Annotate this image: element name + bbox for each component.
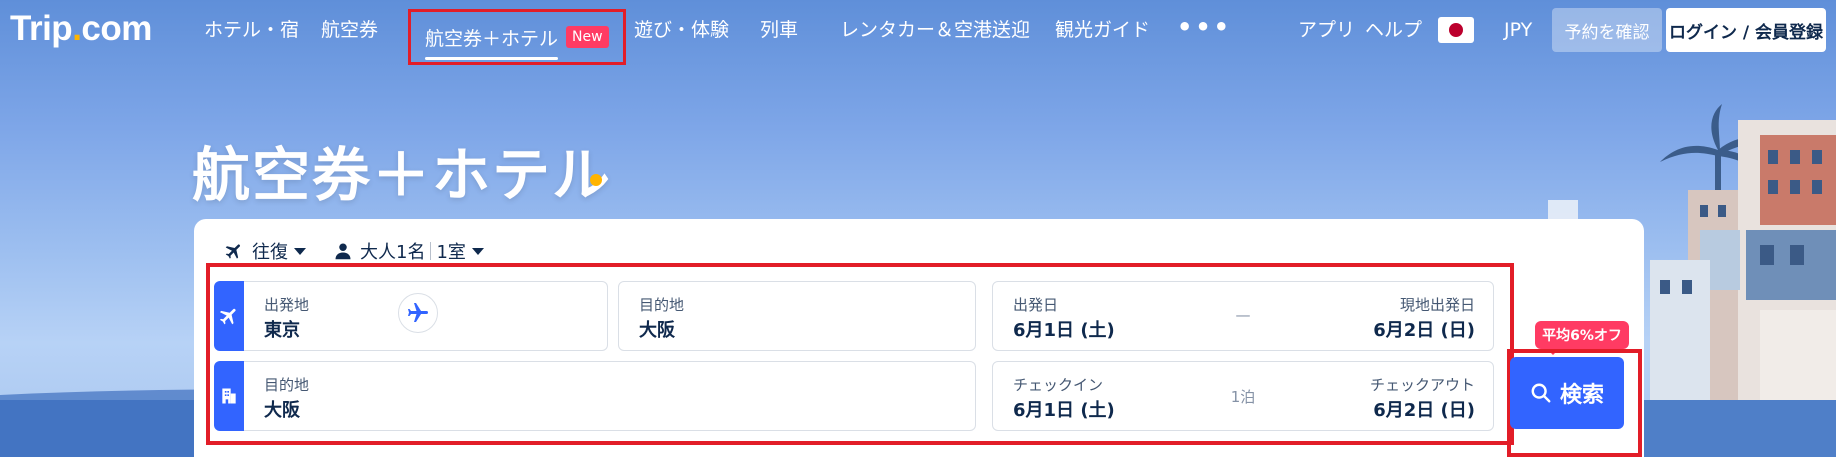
- flag-sun: [1449, 23, 1463, 37]
- top-navigation: Trip.com ホテル・宿 航空券 航空券＋ホテル New 遊び・体験 列車 …: [0, 0, 1836, 65]
- japan-flag-icon[interactable]: [1438, 17, 1474, 43]
- return-date-value: 6月2日 (日): [1373, 320, 1475, 341]
- hotel-dates-field[interactable]: チェックイン 6月1日 (土) 1泊 チェックアウト 6月2日 (日): [992, 361, 1494, 431]
- chevron-down-icon: [294, 247, 306, 255]
- nav-flight-hotel-label: 航空券＋ホテル: [425, 24, 559, 60]
- travelers-dropdown[interactable]: 大人1名 1室: [334, 236, 484, 266]
- title-dot: [590, 174, 602, 186]
- nav-help[interactable]: ヘルプ: [1365, 17, 1422, 43]
- nav-car-rental[interactable]: レンタカー＆空港送迎: [840, 17, 1030, 43]
- check-reservation-button[interactable]: 予約を確認: [1552, 8, 1662, 52]
- currency-selector[interactable]: JPY: [1504, 17, 1532, 43]
- plane-icon: [219, 308, 236, 325]
- destination-value: 大阪: [639, 320, 675, 341]
- hotel-destination-label: 目的地: [264, 376, 310, 394]
- nav-flight-hotel[interactable]: 航空券＋ホテル New: [408, 9, 626, 65]
- trip-com-logo[interactable]: Trip.com: [10, 9, 152, 49]
- depart-date-label: 出発日: [1013, 296, 1059, 314]
- logo-text: Trip: [10, 9, 73, 48]
- search-card: 往復 大人1名 1室 出発地 東京 目的地 大阪 出発日 6月1日 (土) — …: [194, 219, 1644, 457]
- discount-badge: 平均6%オフ: [1535, 321, 1629, 355]
- origin-value: 東京: [264, 320, 300, 341]
- nav-app[interactable]: アプリ: [1298, 17, 1355, 43]
- more-menu-icon[interactable]: •••: [1177, 14, 1232, 40]
- logo-tail: com: [81, 9, 152, 48]
- origin-label: 出発地: [264, 296, 310, 314]
- nav-flights[interactable]: 航空券: [321, 17, 378, 43]
- nav-hotel[interactable]: ホテル・宿: [204, 17, 299, 43]
- nav-guide[interactable]: 観光ガイド: [1055, 17, 1150, 43]
- flight-row-marker: [214, 281, 244, 351]
- checkout-label: チェックアウト: [1369, 376, 1475, 394]
- nav-trains[interactable]: 列車: [760, 17, 798, 43]
- page-title: 航空券＋ホテル: [192, 141, 613, 209]
- chevron-down-icon: [471, 247, 484, 255]
- hotel-row-marker: [214, 361, 244, 431]
- swap-plane-icon[interactable]: [398, 293, 438, 333]
- depart-date-value: 6月1日 (土): [1013, 320, 1115, 341]
- new-badge: New: [566, 26, 609, 48]
- flight-dates-field[interactable]: 出発日 6月1日 (土) — 現地出発日 6月2日 (日): [992, 281, 1494, 351]
- checkin-value: 6月1日 (土): [1013, 400, 1115, 421]
- login-register-button[interactable]: ログイン / 会員登録: [1666, 8, 1826, 52]
- search-button-label: 検索: [1559, 383, 1604, 408]
- hotel-destination-value: 大阪: [264, 400, 300, 421]
- divider: [430, 242, 432, 260]
- nav-activities[interactable]: 遊び・体験: [634, 17, 729, 43]
- destination-label: 目的地: [639, 296, 685, 314]
- checkout-value: 6月2日 (日): [1373, 400, 1475, 421]
- hotel-destination-field[interactable]: 目的地 大阪: [244, 361, 976, 431]
- date-dash: —: [1235, 306, 1251, 324]
- return-date-label: 現地出発日: [1399, 296, 1475, 314]
- hotel-building-icon: [222, 388, 236, 404]
- nights-count: 1泊: [1230, 388, 1256, 406]
- rooms-label: 1室: [436, 242, 466, 263]
- checkin-label: チェックイン: [1013, 376, 1104, 394]
- trip-type-label: 往復: [252, 242, 288, 263]
- person-icon: [334, 242, 352, 260]
- travelers-label: 大人1名: [360, 242, 426, 263]
- plane-icon: [224, 241, 244, 261]
- search-button[interactable]: 検索: [1510, 357, 1624, 429]
- search-icon: [1531, 383, 1551, 403]
- trip-type-dropdown[interactable]: 往復: [224, 236, 306, 266]
- flight-destination-field[interactable]: 目的地 大阪: [618, 281, 976, 351]
